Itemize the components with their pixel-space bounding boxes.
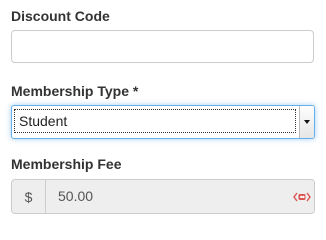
discount-code-label: Discount Code [11, 8, 110, 24]
currency-addon: $ [12, 180, 46, 213]
password-manager-icon[interactable] [293, 192, 311, 202]
membership-form: Discount Code Membership Type * Student … [0, 0, 326, 223]
membership-fee-label: Membership Fee [11, 156, 122, 172]
membership-fee-input: 50.00 [46, 180, 314, 213]
membership-fee-value: 50.00 [58, 188, 94, 204]
membership-type-label: Membership Type * [11, 83, 139, 99]
discount-code-input[interactable] [11, 30, 314, 63]
membership-type-select[interactable]: Student [11, 105, 315, 139]
membership-type-selected-value: Student [14, 109, 296, 133]
dropdown-arrow-icon[interactable] [299, 106, 314, 138]
membership-fee-field: $ 50.00 [11, 179, 315, 214]
